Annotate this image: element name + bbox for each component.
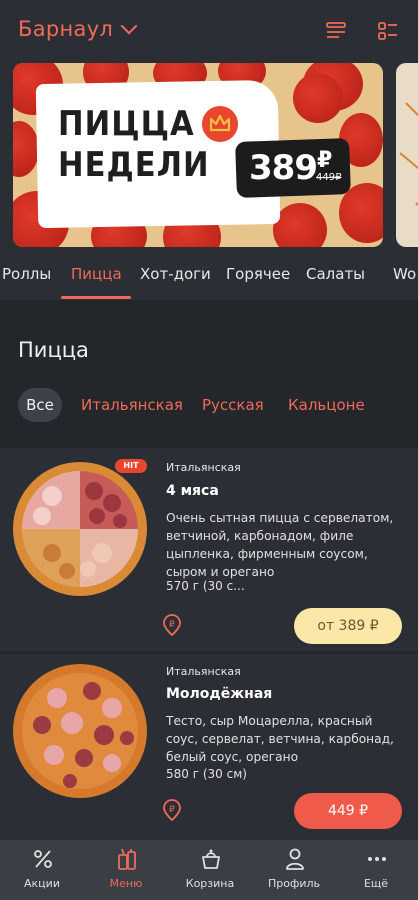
product-card[interactable]: HIT Итальянская 4 мяса Очень сытная пицц…: [0, 451, 418, 651]
svg-text:₽: ₽: [169, 805, 175, 815]
tab-label: Меню: [109, 877, 143, 890]
tab-label: Корзина: [185, 877, 235, 890]
svg-text:₽: ₽: [169, 620, 175, 630]
filter-chip-italian[interactable]: Итальянская: [81, 388, 183, 422]
product-weight: 580 г (30 см): [166, 767, 247, 781]
product-name[interactable]: Молодёжная: [166, 686, 272, 702]
location-pin-icon[interactable]: ₽: [162, 799, 182, 821]
filter-chip-all[interactable]: Все: [18, 388, 62, 422]
product-category: Итальянская: [166, 665, 241, 678]
active-tab-indicator: [61, 296, 131, 299]
profile-icon: [286, 848, 304, 870]
add-to-cart-button[interactable]: от 389 ₽: [294, 608, 402, 644]
city-selector[interactable]: Барнаул: [18, 17, 138, 41]
promo-carousel[interactable]: ПИЦЦА НЕДЕЛИ 389₽ 449₽: [0, 60, 418, 256]
app-header: Барнаул: [0, 0, 418, 60]
crown-logo-icon: [202, 106, 238, 142]
tab-wok[interactable]: Wo: [393, 265, 416, 283]
product-weight: 570 г (30 с...: [166, 579, 245, 593]
tab-promotions[interactable]: Акции: [0, 840, 84, 900]
tab-more[interactable]: Ещё: [334, 840, 418, 900]
grid-list-icon[interactable]: [378, 22, 398, 40]
product-name[interactable]: 4 мяса: [166, 483, 219, 499]
promo-old-price: 449₽: [316, 172, 342, 183]
tab-pizza[interactable]: Пицца: [71, 265, 122, 283]
percent-icon: [34, 850, 52, 868]
filter-chip-russian[interactable]: Русская: [202, 388, 264, 422]
tab-label: Профиль: [267, 877, 321, 890]
menu-drinks-icon: [118, 848, 136, 870]
hit-badge: HIT: [115, 459, 147, 473]
tab-cart[interactable]: Корзина: [168, 840, 252, 900]
product-description: Тесто, сыр Моцарелла, красный соус, серв…: [166, 714, 394, 764]
section-title: Пицца: [18, 338, 89, 362]
product-card[interactable]: Итальянская Молодёжная Тесто, сыр Моцаре…: [0, 654, 418, 840]
product-category: Итальянская: [166, 461, 241, 474]
bottom-tab-bar: Акции Меню Корзина Профиль Ещё: [0, 840, 418, 900]
pizza-4-meats-image: [13, 462, 147, 596]
tab-salads[interactable]: Салаты: [306, 265, 365, 283]
tab-rolls[interactable]: Роллы: [2, 265, 51, 283]
more-dots-icon: [368, 857, 386, 861]
list-view-icon[interactable]: [326, 22, 346, 40]
filter-chip-calzone[interactable]: Кальцоне: [288, 388, 365, 422]
basket-icon: [202, 849, 220, 869]
add-to-cart-button[interactable]: 449 ₽: [294, 793, 402, 829]
promo-title: ПИЦЦА НЕДЕЛИ: [58, 104, 210, 185]
tab-hotdogs[interactable]: Хот-доги: [140, 265, 211, 283]
city-label: Барнаул: [18, 17, 114, 41]
tab-label: Акции: [24, 877, 60, 890]
tab-menu[interactable]: Меню: [84, 840, 168, 900]
pizza-molodezhnaya-image: [13, 664, 147, 798]
tab-profile[interactable]: Профиль: [252, 840, 336, 900]
category-tabs: Роллы Пицца Хот-доги Горячее Салаты Wo: [0, 256, 418, 300]
section-pizza: Пицца Все Итальянская Русская Кальцоне: [0, 300, 418, 448]
chevron-down-icon: [120, 17, 138, 35]
tab-hot-dishes[interactable]: Горячее: [226, 265, 290, 283]
location-pin-icon[interactable]: ₽: [162, 614, 182, 636]
product-description: Очень сытная пицца с сервелатом, ветчино…: [166, 511, 394, 579]
tab-label: Ещё: [363, 877, 389, 890]
promo-banner-next[interactable]: [396, 63, 418, 247]
